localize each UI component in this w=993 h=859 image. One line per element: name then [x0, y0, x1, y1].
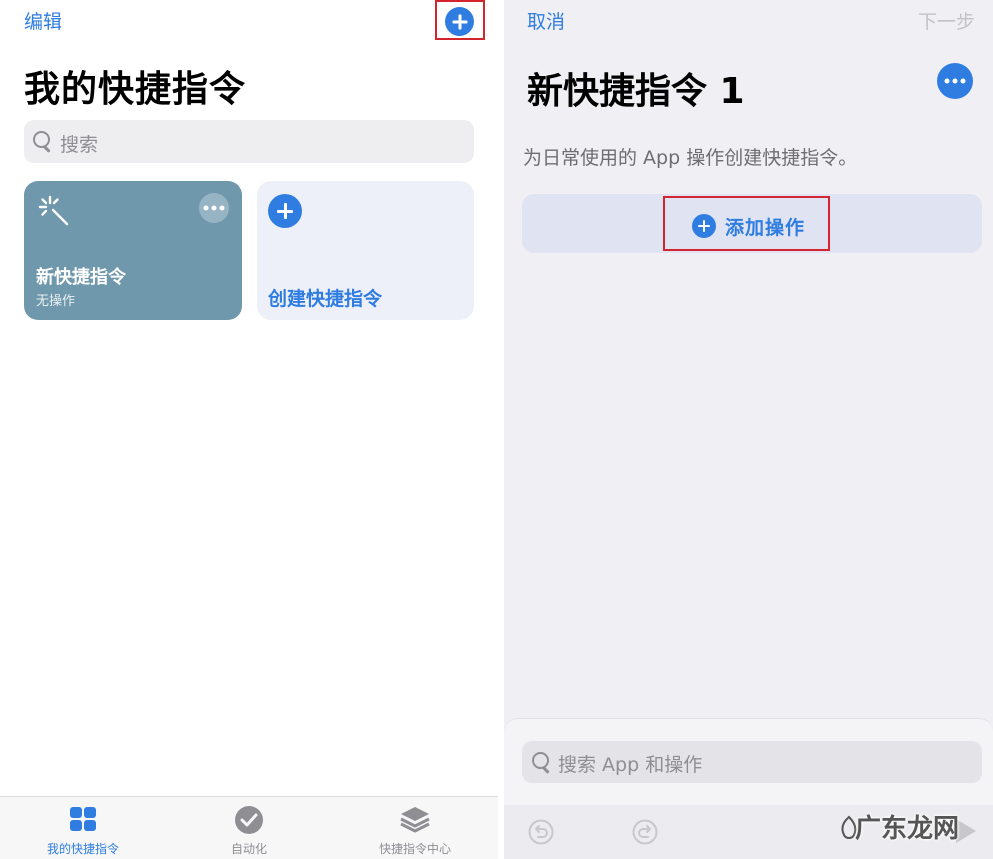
- layers-icon: [400, 807, 430, 833]
- tab-label: 我的快捷指令: [46, 842, 119, 856]
- checkmark-clock-icon: [235, 806, 263, 834]
- create-shortcut-card[interactable]: 创建快捷指令: [257, 181, 474, 320]
- card-subtitle: 无操作: [36, 294, 76, 309]
- card-more-button[interactable]: [199, 193, 229, 223]
- shortcut-details-button[interactable]: [937, 63, 973, 99]
- plus-circle-icon: [692, 214, 716, 238]
- add-action-button[interactable]: 添加操作: [725, 213, 805, 240]
- add-shortcut-button[interactable]: [445, 7, 474, 36]
- search-placeholder: 搜索 App 和操作: [558, 754, 703, 776]
- search-input[interactable]: 搜索: [24, 120, 474, 163]
- grid-icon: [70, 807, 96, 831]
- create-plus-button: [268, 194, 302, 228]
- redo-icon[interactable]: [632, 819, 658, 845]
- next-button[interactable]: 下一步: [918, 7, 975, 34]
- shortcut-editor-screen: 取消 下一步 新快捷指令 1 为日常使用的 App 操作创建快捷指令。 添加操作…: [504, 0, 993, 859]
- plus-icon: [698, 220, 710, 232]
- tab-my-shortcuts[interactable]: 我的快捷指令: [0, 797, 166, 859]
- undo-icon[interactable]: [528, 819, 554, 845]
- tab-automation[interactable]: 自动化: [166, 797, 332, 859]
- editor-description: 为日常使用的 App 操作创建快捷指令。: [523, 147, 858, 169]
- tab-bar: 我的快捷指令 自动化 快捷指令中心: [0, 796, 498, 859]
- shortcuts-library-screen: 编辑 我的快捷指令 搜索 新快捷指令 无操作 创建快捷指令 我的快捷指令 自动化…: [0, 0, 498, 859]
- search-icon: [532, 752, 552, 772]
- shortcut-name-title[interactable]: 新快捷指令 1: [527, 62, 745, 114]
- magic-wand-icon: [38, 195, 69, 226]
- card-title: 新快捷指令: [36, 267, 126, 288]
- create-shortcut-label: 创建快捷指令: [268, 288, 383, 310]
- tab-label: 快捷指令中心: [378, 842, 451, 856]
- add-shortcut-highlight: [435, 0, 485, 40]
- watermark-text: 广东龙网: [855, 814, 960, 844]
- plus-icon: [452, 14, 467, 29]
- tab-gallery[interactable]: 快捷指令中心: [332, 797, 498, 859]
- plus-icon: [277, 203, 293, 219]
- ellipsis-icon: [944, 78, 966, 84]
- page-title: 我的快捷指令: [24, 69, 247, 110]
- add-action-card[interactable]: 添加操作: [522, 194, 982, 253]
- ellipsis-icon: [203, 205, 225, 211]
- search-placeholder: 搜索: [60, 134, 99, 156]
- edit-button[interactable]: 编辑: [24, 7, 62, 34]
- search-apps-actions-input[interactable]: 搜索 App 和操作: [522, 741, 982, 783]
- tab-label: 自动化: [230, 842, 267, 856]
- shortcut-card-new-shortcut[interactable]: 新快捷指令 无操作: [24, 181, 242, 320]
- search-icon: [33, 131, 53, 151]
- cancel-button[interactable]: 取消: [527, 7, 565, 34]
- add-action-highlight: 添加操作: [663, 196, 830, 251]
